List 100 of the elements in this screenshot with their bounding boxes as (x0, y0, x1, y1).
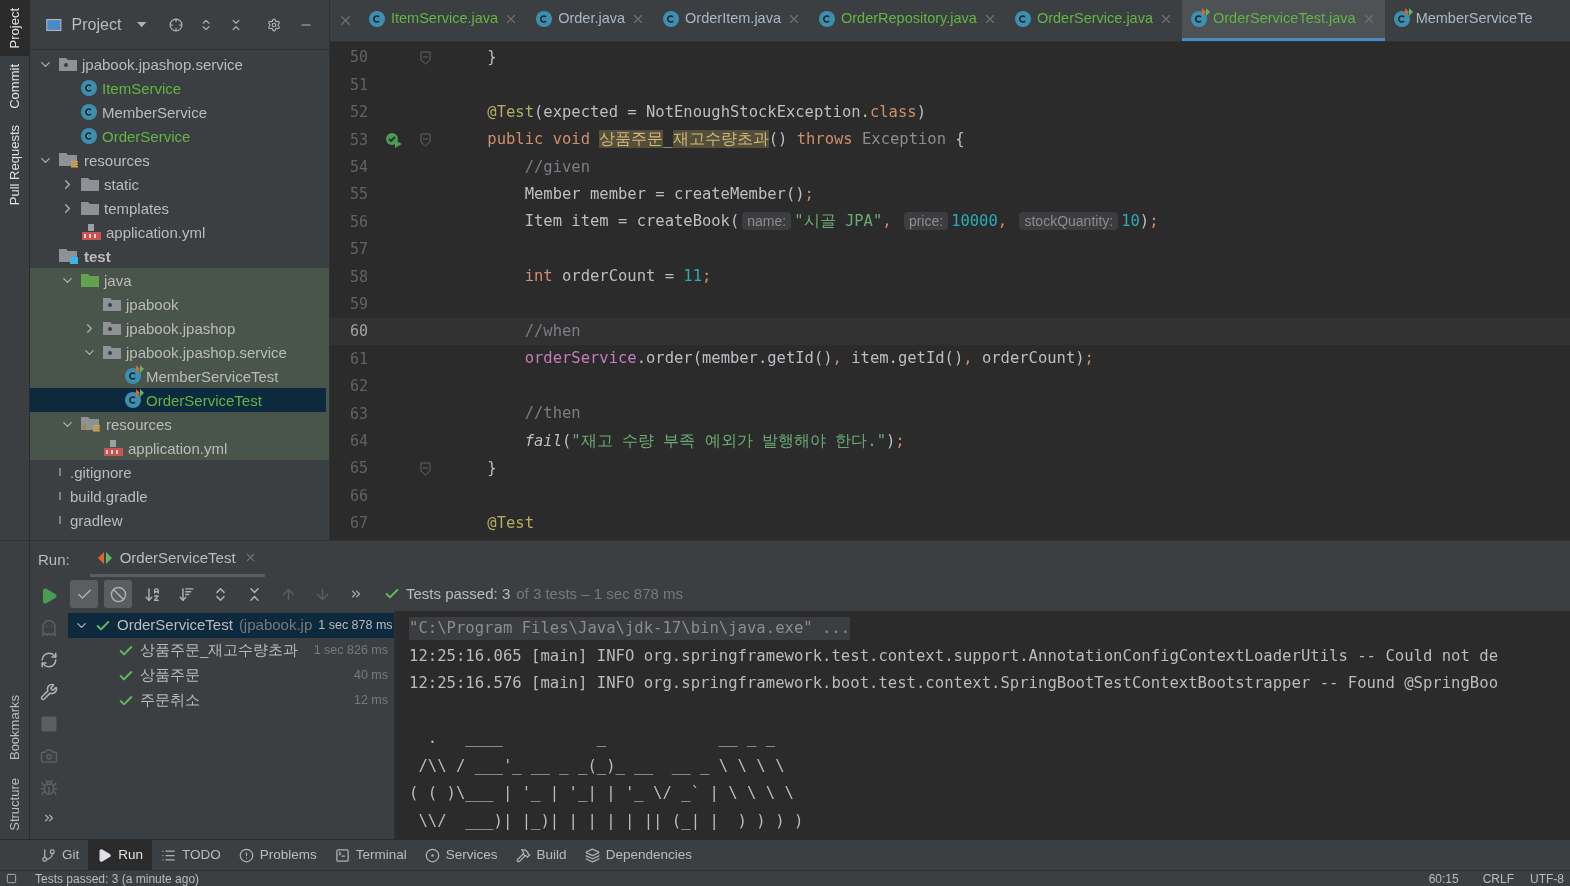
tree-item[interactable]: .gitignore (30, 460, 329, 484)
tool-tab[interactable]: Run (88, 840, 153, 870)
editor-tab[interactable]: OrderRepository.java (810, 0, 1006, 41)
tree-item[interactable]: MemberServiceTest (30, 364, 329, 388)
dropdown-icon[interactable] (137, 20, 147, 29)
test-class-icon (1191, 11, 1207, 27)
tree-item[interactable]: build.gradle (30, 484, 329, 508)
resources-folder-icon (59, 152, 79, 168)
package-icon (59, 57, 77, 71)
tree-item[interactable]: ItemService (30, 76, 329, 100)
class-icon (819, 11, 835, 27)
tree-item[interactable]: gradlew (30, 508, 329, 532)
fold-icon[interactable] (420, 132, 431, 147)
tree-item[interactable]: MemberService (30, 100, 329, 124)
tool-window-button[interactable]: Pull Requests (0, 117, 29, 214)
tree-item[interactable]: resources (30, 148, 329, 172)
fold-icon[interactable] (420, 50, 431, 65)
tree-item[interactable]: application.yml (30, 436, 329, 460)
editor-tab[interactable]: OrderServiceTest.java (1182, 0, 1385, 41)
run-test-icon[interactable] (385, 131, 403, 148)
code-token: ) (1139, 212, 1150, 231)
more-icon[interactable] (42, 811, 56, 825)
tool-tab[interactable]: Problems (229, 840, 326, 870)
tree-item[interactable]: test (30, 244, 329, 268)
tool-window-button[interactable]: Commit (0, 56, 29, 118)
test-row[interactable]: 주문취소 12 ms (68, 688, 394, 713)
toolbar-button[interactable] (70, 580, 98, 608)
tree-item[interactable]: static (30, 172, 329, 196)
code-token: throws (796, 130, 854, 149)
more-icon (349, 587, 363, 601)
caret-position[interactable]: 60:15 (1428, 872, 1459, 885)
warning-icon (238, 847, 254, 863)
tree-item[interactable]: java (30, 268, 329, 292)
sort-alphabetically-icon (143, 585, 161, 603)
code-token: _ (663, 130, 673, 149)
line-separator[interactable]: CRLF (1482, 872, 1514, 885)
ignored-icon (109, 585, 127, 603)
tool-tab[interactable]: Git (32, 840, 89, 870)
line-number: 52 (348, 102, 368, 124)
tree-item[interactable]: application.yml (30, 220, 329, 244)
tool-tab[interactable]: TODO (152, 840, 230, 870)
status-toggle-icon[interactable] (6, 873, 17, 884)
package-icon (103, 297, 121, 311)
code-token: ( (562, 431, 572, 450)
toolbar-button[interactable] (104, 580, 132, 608)
editor-tab[interactable]: MemberServiceTe (1384, 0, 1542, 41)
panel-title[interactable]: Project (71, 12, 122, 37)
run-icon[interactable] (40, 587, 58, 605)
tree-item[interactable]: jpabook.jpashop.service (30, 52, 329, 76)
line-number: 59 (348, 293, 368, 315)
tree-item[interactable]: jpabook (30, 292, 329, 316)
sort-by-duration-icon (177, 585, 195, 603)
file-encoding[interactable]: UTF-8 (1530, 872, 1564, 885)
parameter-hint: name: (742, 212, 792, 231)
tree-item[interactable]: jpabook.jpashop (30, 316, 329, 340)
line-number: 57 (348, 239, 368, 261)
tool-tab[interactable]: Dependencies (575, 840, 701, 870)
editor-tab[interactable]: ItemService.java (360, 0, 528, 41)
line-number: 65 (348, 458, 368, 480)
tree-item[interactable]: templates (30, 196, 329, 220)
console-line: . ____ _ __ _ _ (426, 728, 776, 750)
editor-tab[interactable]: OrderItem.java (654, 0, 810, 41)
tool-window-button[interactable]: Structure (4, 774, 25, 835)
window-icon (46, 16, 62, 33)
line-number: 55 (348, 184, 368, 206)
code-token: , (997, 212, 1009, 231)
tool-tab[interactable]: Build (506, 840, 576, 870)
package-icon (103, 345, 121, 359)
test-source-folder-icon (81, 273, 99, 287)
tool-tab[interactable]: Services (415, 840, 507, 870)
console-line: 12:25:16.576 [main] INFO org.springframework.boot.test.context.SpringBootTestContextBootstrapper -- Found @SpringBoo (409, 673, 1499, 695)
fold-icon[interactable] (420, 461, 431, 476)
run-configuration-tab[interactable]: OrderServiceTest (89, 546, 265, 577)
code-token: "시골 JPA" (794, 212, 883, 231)
close-icon[interactable] (787, 12, 801, 26)
rerun-icon[interactable] (40, 651, 58, 669)
class-icon (81, 104, 97, 120)
tree-item[interactable]: resources (30, 412, 329, 436)
close-icon[interactable] (1159, 12, 1173, 26)
test-row[interactable]: 상품주문_재고수량초과 1 sec 826 ms (68, 638, 394, 663)
tree-item[interactable]: OrderService (30, 124, 329, 148)
line-number: 60 (348, 321, 368, 343)
code-token: int (523, 267, 554, 286)
test-row[interactable]: OrderServiceTest (jpabook.jp 1 sec 878 ms (68, 613, 394, 638)
editor-tab[interactable]: OrderService.java (1005, 0, 1182, 41)
code-token: @Test (486, 513, 534, 532)
code-token: , (963, 349, 974, 368)
folder-icon (81, 201, 99, 215)
class-icon (663, 11, 680, 27)
tool-tab[interactable]: Terminal (325, 840, 416, 870)
code-token: (expected = NotEnoughStockException. (534, 102, 870, 121)
tree-item[interactable]: jpabook.jpashop.service (30, 340, 329, 364)
tool-window-button[interactable]: Bookmarks (4, 691, 25, 765)
wrench-icon[interactable] (40, 683, 58, 701)
test-row[interactable]: 상품주문 40 ms (68, 663, 394, 688)
code-token: ; (895, 431, 905, 450)
tree-item[interactable]: OrderServiceTest (30, 388, 329, 412)
editor-tab[interactable]: Order.java (527, 0, 655, 41)
tool-window-button[interactable]: Project (0, 0, 29, 57)
folder-icon (81, 177, 99, 191)
